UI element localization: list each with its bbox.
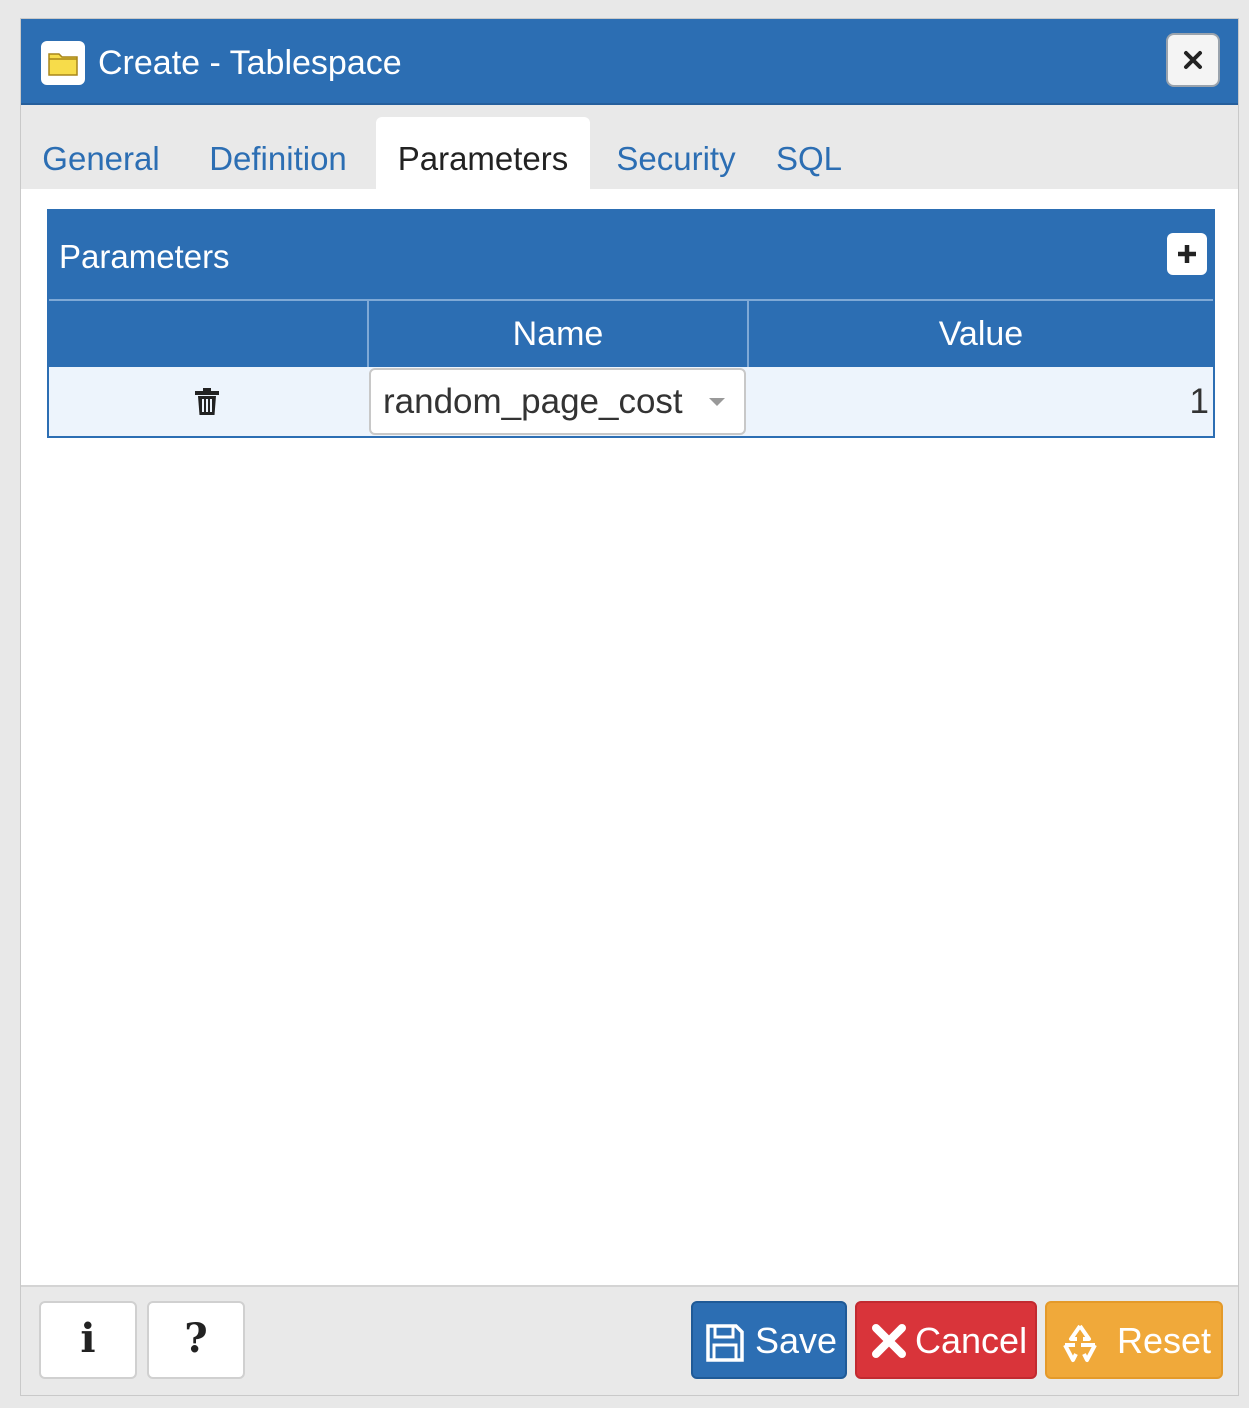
save-button[interactable]: Save: [691, 1301, 847, 1379]
info-button[interactable]: i: [39, 1301, 137, 1379]
cancel-button[interactable]: Cancel: [855, 1301, 1037, 1379]
parameters-title: Parameters: [59, 238, 230, 275]
tab-parameters[interactable]: Parameters: [376, 117, 590, 189]
close-icon: [1184, 51, 1202, 69]
help-button[interactable]: ?: [147, 1301, 245, 1379]
tablespace-folder-icon: [41, 41, 85, 85]
dialog-footer: i ? Save Cancel Reset: [21, 1285, 1238, 1395]
close-button[interactable]: [1166, 33, 1220, 87]
dialog-title: Create - Tablespace: [98, 44, 402, 82]
parameter-value: 1: [1189, 382, 1209, 421]
dialog-titlebar[interactable]: Create - Tablespace: [21, 19, 1238, 105]
cancel-label: Cancel: [915, 1320, 1028, 1361]
recycle-icon: [1063, 1324, 1097, 1362]
close-icon: [872, 1324, 906, 1358]
parameters-header: Parameters: [49, 211, 1213, 299]
tab-security[interactable]: Security: [606, 117, 746, 189]
plus-icon: [1178, 245, 1196, 263]
info-icon: i: [80, 1315, 96, 1362]
table-row: random_page_cost 1: [49, 367, 1213, 436]
chevron-down-icon: [709, 398, 725, 406]
parameters-panel: Parameters Name Value random_page_cost 1: [47, 209, 1215, 438]
row-name-cell: random_page_cost: [369, 367, 747, 436]
save-label: Save: [755, 1320, 838, 1361]
floppy-disk-icon: [706, 1324, 744, 1362]
tab-definition[interactable]: Definition: [193, 117, 363, 189]
parameters-grid-header: Name Value: [49, 299, 1213, 367]
column-header-value[interactable]: Value: [747, 301, 1213, 367]
tab-general[interactable]: General: [31, 117, 171, 189]
parameter-name-select[interactable]: random_page_cost: [369, 368, 746, 435]
trash-icon[interactable]: [193, 387, 221, 417]
reset-button[interactable]: Reset: [1045, 1301, 1223, 1379]
column-header-name[interactable]: Name: [367, 301, 747, 367]
column-header-action: [49, 301, 367, 367]
help-icon: ?: [184, 1315, 208, 1362]
row-value-cell[interactable]: 1: [747, 367, 1213, 436]
tab-bar: General Definition Parameters Security S…: [21, 105, 1238, 189]
row-action-cell: [49, 367, 367, 436]
add-parameter-button[interactable]: [1167, 233, 1207, 275]
tab-sql[interactable]: SQL: [769, 117, 849, 189]
parameter-name-value: random_page_cost: [383, 382, 683, 421]
create-tablespace-dialog: Create - Tablespace General Definition P…: [20, 18, 1239, 1396]
reset-label: Reset: [1117, 1320, 1212, 1361]
